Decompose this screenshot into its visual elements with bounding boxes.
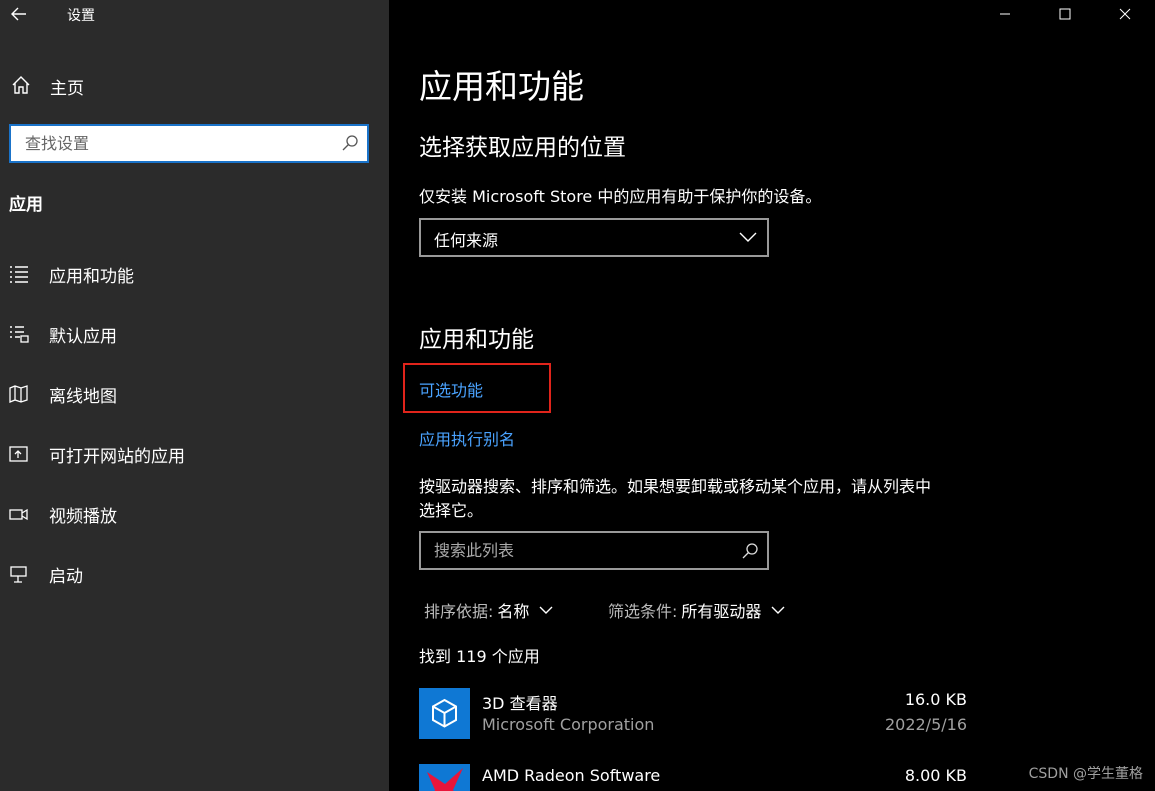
app-size: 16.0 KB <box>904 690 967 709</box>
chevron-down-icon <box>739 232 757 242</box>
search-icon[interactable] <box>341 134 359 152</box>
sidebar-item-default-apps[interactable]: 默认应用 <box>0 312 389 356</box>
app-publisher: Microsoft Corporation <box>482 715 655 734</box>
sidebar: 设置 主页 应用 应用和功能 默认应用 <box>0 0 389 791</box>
sidebar-item-label: 主页 <box>50 79 84 99</box>
window-title: 设置 <box>67 8 95 24</box>
maximize-button[interactable] <box>1035 0 1095 28</box>
map-icon <box>9 385 28 403</box>
apps-features-heading: 应用和功能 <box>419 327 534 353</box>
maximize-icon <box>1059 8 1071 20</box>
sidebar-item-startup[interactable]: 启动 <box>0 552 389 596</box>
watermark: CSDN @学生董格 <box>1028 766 1143 782</box>
settings-search-box[interactable] <box>9 124 369 163</box>
app-name: AMD Radeon Software <box>482 766 661 785</box>
main-content: 应用和功能 选择获取应用的位置 仅安装 Microsoft Store 中的应用… <box>389 0 1155 791</box>
3d-viewer-app-icon <box>419 688 470 739</box>
install-source-heading: 选择获取应用的位置 <box>419 135 626 161</box>
optional-features-link[interactable]: 可选功能 <box>419 377 483 401</box>
app-list-item[interactable]: 3D 查看器 Microsoft Corporation 16.0 KB 202… <box>419 688 979 744</box>
app-count-text: 找到 119 个应用 <box>419 647 540 666</box>
sidebar-item-label: 应用和功能 <box>49 267 134 287</box>
sidebar-item-label: 离线地图 <box>49 387 117 407</box>
dropdown-selected-value: 任何来源 <box>434 231 499 250</box>
sidebar-item-home[interactable]: 主页 <box>0 66 389 104</box>
close-icon <box>1119 8 1131 20</box>
sidebar-section-heading: 应用 <box>9 195 43 215</box>
sidebar-item-apps-for-websites[interactable]: 可打开网站的应用 <box>0 432 389 476</box>
sidebar-item-label: 启动 <box>49 567 83 587</box>
install-source-description: 仅安装 Microsoft Store 中的应用有助于保护你的设备。 <box>419 187 822 206</box>
amd-radeon-app-icon <box>419 764 470 791</box>
sidebar-item-label: 视频播放 <box>49 507 117 527</box>
install-source-dropdown[interactable]: 任何来源 <box>419 218 769 257</box>
default-apps-icon <box>10 326 29 343</box>
sort-by-value: 名称 <box>497 602 530 621</box>
open-website-icon <box>9 446 28 462</box>
sidebar-item-apps-features[interactable]: 应用和功能 <box>0 252 389 296</box>
sidebar-item-label: 默认应用 <box>49 327 117 347</box>
app-list-item[interactable]: AMD Radeon Software 8.00 KB <box>419 764 979 791</box>
chevron-down-icon <box>539 606 553 614</box>
sort-by-label: 排序依据: <box>424 602 494 621</box>
search-icon[interactable] <box>741 542 759 560</box>
sidebar-item-offline-maps[interactable]: 离线地图 <box>0 372 389 416</box>
page-title: 应用和功能 <box>419 67 584 106</box>
app-execution-alias-link[interactable]: 应用执行别名 <box>419 426 515 450</box>
app-date: 2022/5/16 <box>884 715 967 734</box>
list-icon <box>10 266 28 283</box>
chevron-down-icon <box>771 606 785 614</box>
window-controls <box>975 0 1155 28</box>
sidebar-item-video-playback[interactable]: 视频播放 <box>0 492 389 536</box>
minimize-icon <box>1000 13 1010 15</box>
sort-by-dropdown[interactable]: 排序依据: 名称 <box>424 598 553 622</box>
search-description-line: 按驱动器搜索、排序和筛选。如果想要卸载或移动某个应用，请从列表中 <box>419 477 932 496</box>
settings-search-input[interactable] <box>11 126 321 161</box>
settings-window: 设置 主页 应用 应用和功能 默认应用 <box>0 0 1155 791</box>
sidebar-item-label: 可打开网站的应用 <box>49 447 185 467</box>
filter-by-label: 筛选条件: <box>608 602 678 621</box>
startup-icon <box>10 566 27 583</box>
app-name: 3D 查看器 <box>482 694 558 713</box>
minimize-button[interactable] <box>975 0 1035 28</box>
home-icon <box>12 76 30 94</box>
search-description-line: 选择它。 <box>419 501 484 520</box>
back-button[interactable] <box>4 0 34 28</box>
filter-by-dropdown[interactable]: 筛选条件: 所有驱动器 <box>608 598 785 622</box>
close-button[interactable] <box>1095 0 1155 28</box>
app-list-search-input[interactable] <box>421 533 721 568</box>
video-icon <box>9 508 28 521</box>
app-size: 8.00 KB <box>904 766 967 785</box>
app-list-search-box[interactable] <box>419 531 769 570</box>
filter-by-value: 所有驱动器 <box>681 602 762 621</box>
search-description: 按驱动器搜索、排序和筛选。如果想要卸载或移动某个应用，请从列表中 选择它。 <box>419 475 931 523</box>
back-arrow-icon <box>11 7 26 21</box>
